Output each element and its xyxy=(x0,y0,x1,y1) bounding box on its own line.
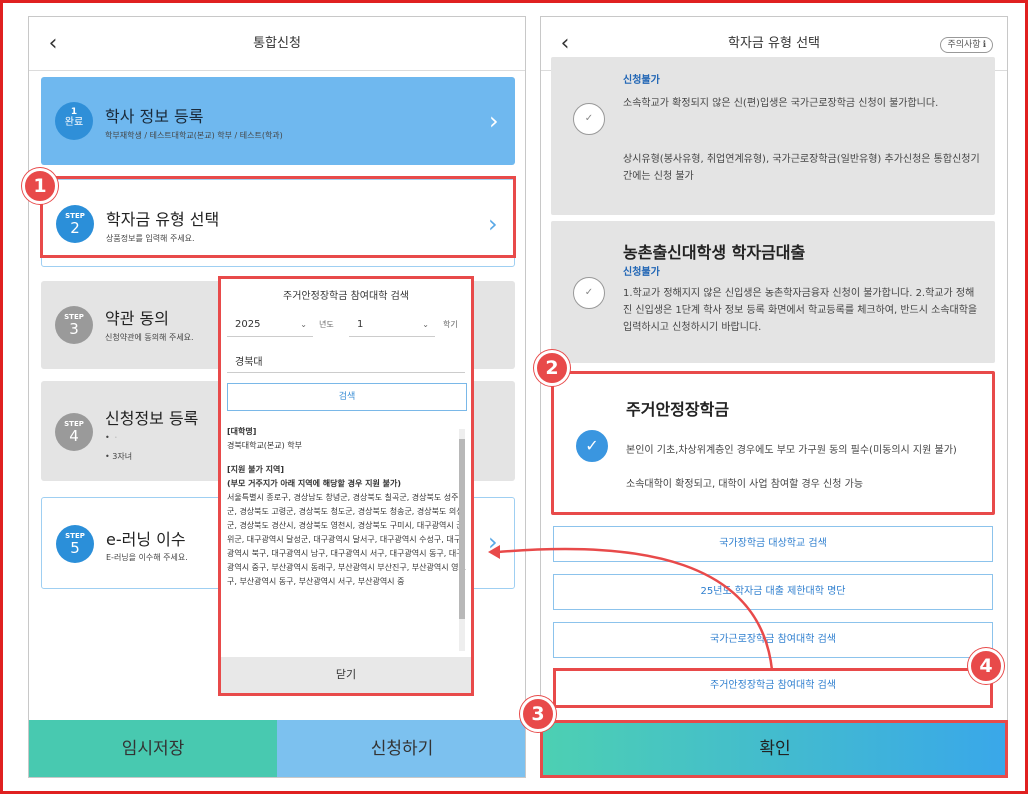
step-4-sub2: • 3자녀 xyxy=(105,452,133,461)
chevron-right-icon: › xyxy=(488,528,498,556)
step-3-badge: STEP 3 xyxy=(55,306,93,344)
left-header-title: 통합신청 xyxy=(253,36,301,51)
option-work-scholarship[interactable]: 신청불가 ✓ 소속학교가 확정되지 않은 신(편)입생은 국가근로장학금 신청이… xyxy=(551,57,995,215)
step-5-number: 5 xyxy=(70,539,80,557)
step-1-badge: 1 완료 xyxy=(55,102,93,140)
option-rural-loan[interactable]: 농촌출신대학생 학자금대출 신청불가 ✓ 1.학교가 정해지지 않은 신입생은 … xyxy=(551,221,995,363)
step-4-number: 4 xyxy=(69,427,79,445)
check-icon: ✓ xyxy=(576,430,608,462)
university-search-input[interactable] xyxy=(227,349,465,373)
chevron-right-icon: › xyxy=(489,107,499,135)
step-4-badge: STEP 4 xyxy=(55,413,93,451)
year-select[interactable]: 2025 ⌄ xyxy=(227,313,313,337)
right-phone-screen: ‹ 학자금 유형 선택 주의사항 ℹ 신청불가 ✓ 소속학교가 확정되지 않은 신… xyxy=(540,16,1008,778)
term-label: 학기 xyxy=(443,320,458,329)
region-list: 서울특별시 종로구, 경상남도 창녕군, 경상북도 칠곡군, 경상북도 성주군,… xyxy=(227,493,466,586)
step-1-title: 학사 정보 등록 xyxy=(105,107,204,126)
step-4-title: 신청정보 등록 xyxy=(105,409,199,428)
search-housing-scholarship-univ-button[interactable]: 주거안정장학금 참여대학 검색 xyxy=(553,668,993,708)
region-header: [지원 불가 지역] xyxy=(227,465,285,474)
step-3-number: 3 xyxy=(69,320,79,338)
chevron-down-icon: ⌄ xyxy=(422,320,429,329)
university-search-modal: 주거안정장학금 참여대학 검색 2025 ⌄ 년도 1 ⌄ 학기 검색 [대학명… xyxy=(218,276,474,696)
step-3-sub: 신청약관에 동의해 주세요. xyxy=(105,333,194,342)
step-4-sub: • ᆞ xyxy=(105,433,120,442)
chevron-down-icon: ⌄ xyxy=(300,320,307,329)
search-result: [대학명] 경북대학교(본교) 학부 [지원 불가 지역] (부모 거주지가 아… xyxy=(227,425,467,657)
modal-title: 주거안정장학금 참여대학 검색 xyxy=(283,291,409,302)
search-work-scholarship-univ-button[interactable]: 국가근로장학금 참여대학 검색 xyxy=(553,622,993,658)
search-national-scholarship-schools-button[interactable]: 국가장학금 대상학교 검색 xyxy=(553,526,993,562)
step-1-sub: 학부재학생 / 테스트대학교(본교) 학부 / 테스트(학과) xyxy=(105,131,283,140)
annotation-badge-4: 4 xyxy=(968,648,1004,684)
annotation-badge-3: 3 xyxy=(520,696,556,732)
info-icon: ℹ xyxy=(982,40,986,50)
option-2-desc: 1.학교가 정해지지 않은 신입생은 농촌학자금융자 신청이 불가합니다. 2.… xyxy=(623,288,978,333)
notice-button[interactable]: 주의사항 ℹ xyxy=(940,37,993,53)
apply-button[interactable]: 신청하기 xyxy=(277,720,525,777)
scroll-thumb[interactable] xyxy=(459,439,465,619)
option-2-tag: 신청불가 xyxy=(623,267,660,278)
option-3-desc2: 소속대학이 확정되고, 대학이 사업 참여할 경우 신청 가능 xyxy=(626,479,864,490)
step-1-done-label: 완료 xyxy=(64,117,84,128)
check-circle-icon: ✓ xyxy=(573,103,605,135)
step-2-sub: 상품정보를 입력해 주세요. xyxy=(106,234,195,243)
region-note: (부모 거주지가 아래 지역에 해당할 경우 지원 불가) xyxy=(227,479,402,488)
step-5-badge: STEP 5 xyxy=(56,525,94,563)
option-3-desc: 본인이 기초,차상위계층인 경우에도 부모 가구원 동의 필수(미동의시 지원 … xyxy=(626,445,957,456)
step-card-academic-info[interactable]: 1 완료 학사 정보 등록 학부재학생 / 테스트대학교(본교) 학부 / 테스… xyxy=(41,77,515,165)
option-1-desc2: 상시유형(봉사유형, 취업연계유형), 국가근로장학금(일반유형) 추가신청은 … xyxy=(623,154,980,182)
option-1-desc: 소속학교가 확정되지 않은 신(편)입생은 국가근로장학금 신청이 불가합니다. xyxy=(623,98,939,109)
university-header: [대학명] xyxy=(227,427,257,436)
step-5-sub: E-러닝을 이수해 주세요. xyxy=(106,553,188,562)
chevron-right-icon: › xyxy=(488,210,498,238)
step-3-title: 약관 동의 xyxy=(105,309,169,328)
annotation-badge-1: 1 xyxy=(22,168,58,204)
option-housing-scholarship[interactable]: 주거안정장학금 ✓ 본인이 기초,차상위계층인 경우에도 부모 가구원 동의 필… xyxy=(551,371,995,515)
term-select[interactable]: 1 ⌄ xyxy=(349,313,435,337)
notice-label: 주의사항 xyxy=(947,40,981,50)
option-3-title: 주거안정장학금 xyxy=(626,400,730,419)
option-2-title: 농촌출신대학생 학자금대출 xyxy=(623,243,806,262)
search-button[interactable]: 검색 xyxy=(227,383,467,411)
university-value: 경북대학교(본교) 학부 xyxy=(227,441,303,450)
step-2-badge: STEP 2 xyxy=(56,205,94,243)
step-5-title: e-러닝 이수 xyxy=(106,530,186,549)
loan-restricted-univ-list-button[interactable]: 25년도 학자금 대출 제한대학 명단 xyxy=(553,574,993,610)
check-circle-icon: ✓ xyxy=(573,277,605,309)
step-1-number: 1 xyxy=(70,107,78,117)
close-modal-button[interactable]: 닫기 xyxy=(221,657,471,693)
temp-save-button[interactable]: 임시저장 xyxy=(29,720,277,777)
year-label: 년도 xyxy=(319,320,334,329)
year-value: 2025 xyxy=(235,319,261,330)
term-value: 1 xyxy=(357,319,364,330)
step-card-loan-type[interactable]: STEP 2 학자금 유형 선택 상품정보를 입력해 주세요. › xyxy=(41,179,515,267)
option-1-tag: 신청불가 xyxy=(623,75,660,86)
step-2-number: 2 xyxy=(70,219,80,237)
confirm-button[interactable]: 확인 xyxy=(541,720,1007,777)
step-2-title: 학자금 유형 선택 xyxy=(106,210,220,229)
left-header: ‹ 통합신청 xyxy=(29,17,525,71)
annotation-badge-2: 2 xyxy=(534,350,570,386)
result-scrollbar[interactable] xyxy=(459,429,465,651)
